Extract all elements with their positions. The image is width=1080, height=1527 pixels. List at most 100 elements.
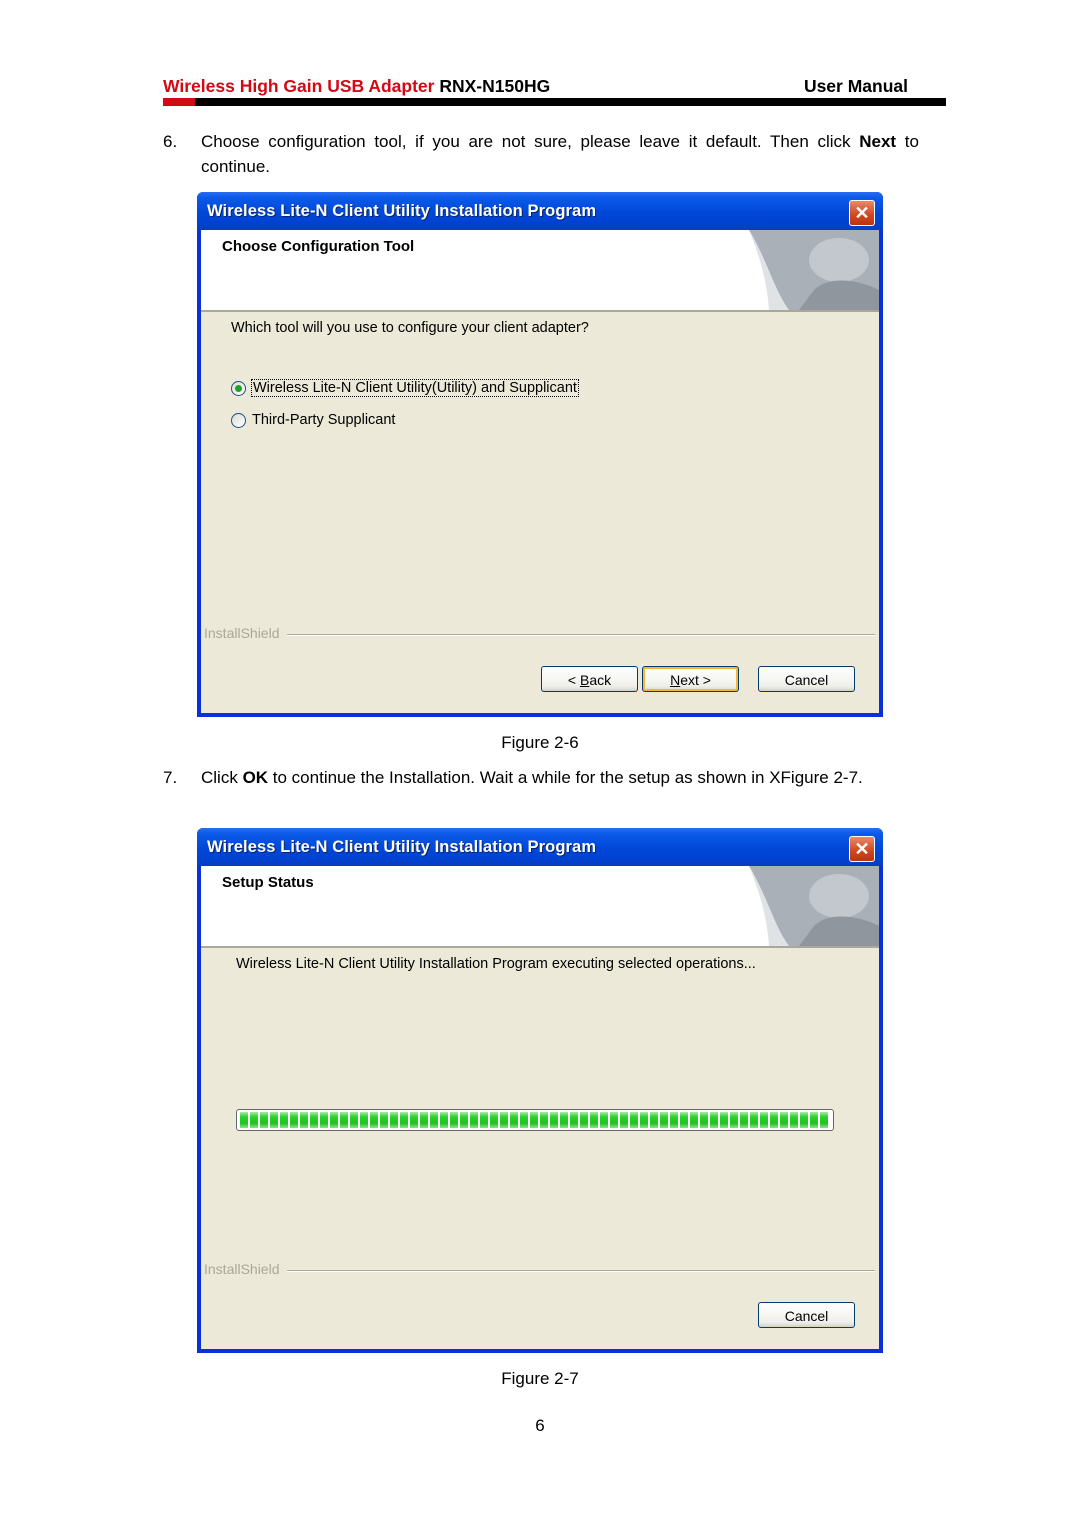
progress-segment <box>390 1112 398 1128</box>
progress-segment <box>360 1112 368 1128</box>
radio-unselected-icon[interactable] <box>231 412 246 428</box>
progress-segment <box>510 1112 518 1128</box>
back-mnemonic: B <box>579 672 590 688</box>
progress-segment <box>780 1112 788 1128</box>
progress-segment <box>790 1112 798 1128</box>
back-prefix: < <box>567 672 580 688</box>
window-title: Wireless Lite-N Client Utility Installat… <box>207 202 597 220</box>
install-progress-bar <box>236 1109 834 1131</box>
progress-segment <box>290 1112 298 1128</box>
progress-segment <box>530 1112 538 1128</box>
progress-segment <box>450 1112 458 1128</box>
progress-segment <box>540 1112 548 1128</box>
progress-segment <box>560 1112 568 1128</box>
option-label: Wireless Lite-N Client Utility(Utility) … <box>251 379 579 397</box>
progress-segment <box>720 1112 728 1128</box>
next-mnemonic: N <box>670 672 681 688</box>
progress-segment <box>320 1112 328 1128</box>
progress-segment <box>270 1112 278 1128</box>
progress-segment <box>700 1112 708 1128</box>
progress-segment <box>550 1112 558 1128</box>
progress-segment <box>490 1112 498 1128</box>
cancel-button[interactable]: Cancel <box>758 1302 855 1328</box>
step-number: 7. <box>163 768 178 787</box>
title-bar[interactable]: Wireless Lite-N Client Utility Installat… <box>197 828 883 866</box>
progress-segment <box>340 1112 348 1128</box>
step-6: 6. Choose configuration tool, if you are… <box>163 129 923 179</box>
option-third-party-supplicant[interactable]: Third-Party Supplicant <box>231 412 395 428</box>
option-label: Third-Party Supplicant <box>252 412 396 428</box>
title-bar[interactable]: Wireless Lite-N Client Utility Installat… <box>197 192 883 230</box>
step-keyword: OK <box>242 768 269 787</box>
installshield-label: InstallShield <box>204 1261 280 1277</box>
progress-segment <box>660 1112 668 1128</box>
close-icon[interactable]: ✕ <box>849 200 875 226</box>
banner-title: Choose Configuration Tool <box>222 238 415 255</box>
step-text: Click OK to continue the Installation. W… <box>201 765 919 790</box>
close-icon[interactable]: ✕ <box>849 836 875 862</box>
progress-segment <box>310 1112 318 1128</box>
status-text: Wireless Lite-N Client Utility Installat… <box>236 956 756 972</box>
progress-segment <box>670 1112 678 1128</box>
step-7: 7. Click OK to continue the Installation… <box>163 765 923 815</box>
progress-segment <box>710 1112 718 1128</box>
back-rest: ack <box>589 672 612 688</box>
cancel-button[interactable]: Cancel <box>758 666 855 692</box>
install-dialog-config: Wireless Lite-N Client Utility Installat… <box>197 192 883 717</box>
dialog-body: Choose Configuration Tool Which tool wil… <box>201 230 879 713</box>
installshield-divider <box>287 634 875 636</box>
progress-segment <box>630 1112 638 1128</box>
progress-segment <box>650 1112 658 1128</box>
figure-caption: Figure 2-7 <box>501 1369 579 1388</box>
back-button[interactable]: < Back <box>541 666 638 692</box>
progress-segment <box>740 1112 748 1128</box>
progress-segment <box>480 1112 488 1128</box>
page-number: 6 <box>535 1416 545 1435</box>
progress-segment <box>440 1112 448 1128</box>
progress-segment <box>690 1112 698 1128</box>
window-title: Wireless Lite-N Client Utility Installat… <box>207 838 597 856</box>
installshield-divider <box>287 1270 875 1272</box>
installshield-label: InstallShield <box>204 625 280 641</box>
progress-segment <box>260 1112 268 1128</box>
progress-segment <box>770 1112 778 1128</box>
option-utility-and-supplicant[interactable]: Wireless Lite-N Client Utility(Utility) … <box>231 379 579 397</box>
page-header: Wireless High Gain USB Adapter RNX-N150H… <box>163 76 946 100</box>
progress-segment <box>800 1112 808 1128</box>
progress-segment <box>640 1112 648 1128</box>
header-doc-type: User Manual <box>803 76 908 96</box>
progress-segment <box>420 1112 428 1128</box>
progress-segment <box>520 1112 528 1128</box>
banner-title: Setup Status <box>222 874 314 891</box>
progress-segment <box>610 1112 618 1128</box>
progress-segment <box>750 1112 758 1128</box>
progress-segment <box>570 1112 578 1128</box>
progress-segment <box>250 1112 258 1128</box>
header-model: RNX-N150HG <box>439 76 551 96</box>
progress-segment <box>410 1112 418 1128</box>
radio-selected-icon[interactable] <box>231 380 246 396</box>
progress-segment <box>240 1112 248 1128</box>
question-text: Which tool will you use to configure you… <box>231 320 589 336</box>
step-text: Choose configuration tool, if you are no… <box>201 129 919 179</box>
progress-segment <box>380 1112 388 1128</box>
install-dialog-status: Wireless Lite-N Client Utility Installat… <box>197 828 883 1353</box>
header-product-name: Wireless High Gain USB Adapter <box>163 76 435 96</box>
progress-segment <box>590 1112 598 1128</box>
dialog-body: Setup Status Wireless Lite-N Client Util… <box>201 866 879 1349</box>
step-number: 6. <box>163 132 178 151</box>
progress-segment <box>600 1112 608 1128</box>
page-curl-graphic-icon <box>729 230 879 310</box>
progress-segment <box>430 1112 438 1128</box>
progress-segment <box>810 1112 818 1128</box>
progress-segment <box>470 1112 478 1128</box>
step-text-part: Choose configuration tool, if you are no… <box>201 132 860 151</box>
progress-segment <box>300 1112 308 1128</box>
progress-fill <box>240 1112 830 1128</box>
header-rule-accent <box>163 98 195 106</box>
progress-segment <box>280 1112 288 1128</box>
next-button[interactable]: Next > <box>642 666 739 692</box>
progress-segment <box>730 1112 738 1128</box>
page-curl-graphic-icon <box>729 866 879 946</box>
step-keyword: Next <box>859 132 897 151</box>
